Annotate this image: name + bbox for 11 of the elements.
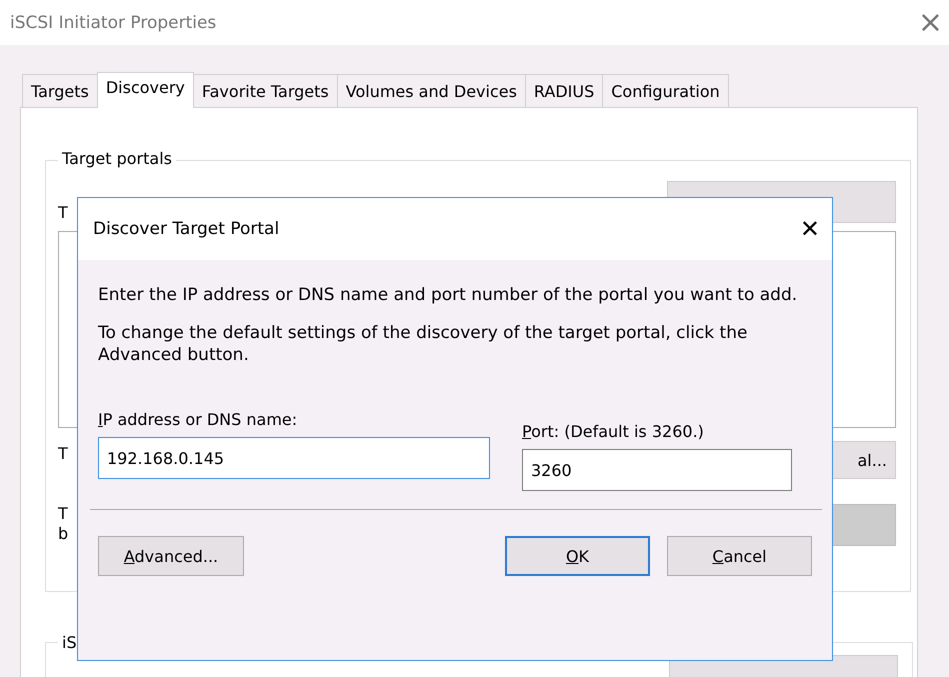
intro-text: Enter the IP address or DNS name and port number of the portal you want to add. (98, 284, 798, 306)
label-fragment: b (58, 524, 68, 543)
window-title: iSCSI Initiator Properties (10, 12, 216, 32)
advanced-note: To change the default settings of the discovery of the target portal, click the Advanced button. (98, 322, 748, 366)
group-title: Target portals (58, 149, 176, 168)
label-fragment: T (58, 444, 68, 463)
label-fragment: T (58, 504, 68, 523)
port-label: Port: (Default is 3260.) (522, 422, 705, 442)
address-label: IP address or DNS name: (98, 410, 298, 430)
dialog-title: Discover Target Portal (93, 219, 280, 239)
label-fragment: T (58, 203, 68, 222)
